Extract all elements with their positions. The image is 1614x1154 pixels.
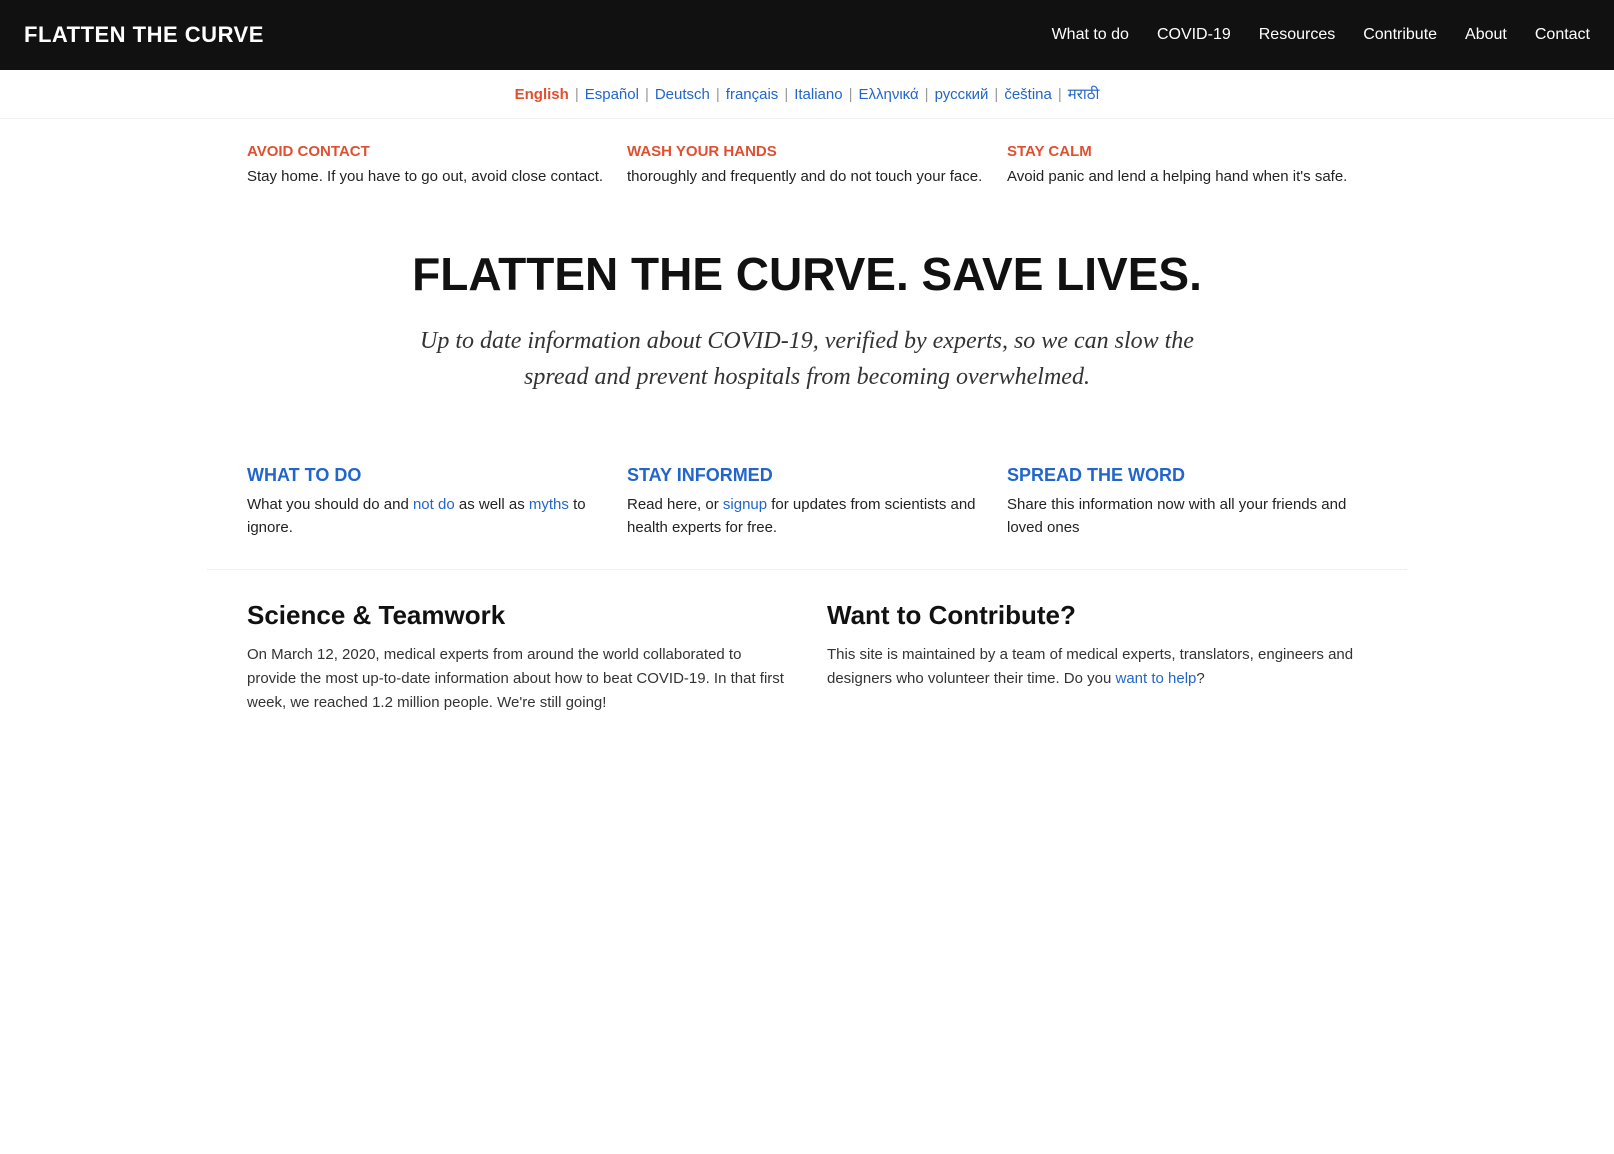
features-section: WHAT TO DO What you should do and not do … <box>207 435 1407 569</box>
main-nav: FLATTEN THE CURVE What to do COVID-19 Reso… <box>0 0 1614 70</box>
feature-text: What you should do <box>247 496 380 513</box>
lang-separator: | <box>575 86 579 103</box>
feature-text: and <box>380 496 413 513</box>
lang-separator: | <box>645 86 649 103</box>
lang-मराठी[interactable]: मराठी <box>1068 86 1100 103</box>
bottom-sections: Science & Teamwork On March 12, 2020, me… <box>207 569 1407 755</box>
lang-español[interactable]: Español <box>585 86 639 103</box>
feature-title-2: SPREAD THE WORD <box>1007 465 1367 486</box>
feature-title-0: WHAT TO DO <box>247 465 607 486</box>
tip-title-1: WASH YOUR HANDS <box>627 143 987 160</box>
feature-body-1: Read here, or signup for updates from sc… <box>627 494 987 539</box>
feature-1: STAY INFORMED Read here, or signup for up… <box>627 465 987 539</box>
feature-2: SPREAD THE WORD Share this information no… <box>1007 465 1367 539</box>
lang-separator: | <box>849 86 853 103</box>
tip-body-2: Avoid panic and lend a helping hand when… <box>1007 166 1367 189</box>
lang-русский[interactable]: русский <box>935 86 989 103</box>
nav-links: What to do COVID-19 Resources Contribute Abo… <box>1052 26 1590 44</box>
nav-link-about[interactable]: About <box>1465 26 1507 43</box>
lang-français[interactable]: français <box>726 86 779 103</box>
tip-title-0: AVOID CONTACT <box>247 143 607 160</box>
contribute-title: Want to Contribute? <box>827 600 1367 631</box>
lang-separator: | <box>784 86 788 103</box>
lang-separator: | <box>1058 86 1062 103</box>
nav-link-contribute[interactable]: Contribute <box>1363 26 1437 43</box>
contribute-link[interactable]: want to help <box>1115 670 1196 687</box>
tip-body-1: thoroughly and frequently and do not tou… <box>627 166 987 189</box>
feature-text: Read here, or <box>627 496 723 513</box>
lang-separator: | <box>994 86 998 103</box>
lang-ελληνικά[interactable]: Ελληνικά <box>859 86 919 103</box>
lang-separator: | <box>925 86 929 103</box>
nav-link-covid-19[interactable]: COVID-19 <box>1157 26 1231 43</box>
lang-italiano[interactable]: Italiano <box>794 86 842 103</box>
nav-link-contact[interactable]: Contact <box>1535 26 1590 43</box>
language-bar: English | Español | Deutsch | français | Italian… <box>0 70 1614 119</box>
contribute-body: This site is maintained by a team of med… <box>827 643 1367 691</box>
feature-title-1: STAY INFORMED <box>627 465 987 486</box>
contribute-section: Want to Contribute? This site is maintai… <box>827 600 1367 715</box>
tip-2: STAY CALM Avoid panic and lend a helping … <box>1007 143 1367 189</box>
lang-deutsch[interactable]: Deutsch <box>655 86 710 103</box>
science-teamwork-section: Science & Teamwork On March 12, 2020, me… <box>247 600 787 715</box>
feature-text: Share this information now with all your… <box>1007 496 1346 536</box>
hero-title: FLATTEN THE CURVE. SAVE LIVES. <box>397 249 1217 300</box>
tip-body-0: Stay home. If you have to go out, avoid … <box>247 166 607 189</box>
feature-text: as well as <box>455 496 529 513</box>
feature-link-not-do[interactable]: not do <box>413 496 455 513</box>
science-title: Science & Teamwork <box>247 600 787 631</box>
lang-čeština[interactable]: čeština <box>1004 86 1052 103</box>
hero-subtitle: Up to date information about COVID-19, v… <box>397 323 1217 395</box>
quick-tips: AVOID CONTACT Stay home. If you have to g… <box>207 119 1407 199</box>
site-logo: FLATTEN THE CURVE <box>24 22 264 48</box>
feature-0: WHAT TO DO What you should do and not do … <box>247 465 607 539</box>
lang-english[interactable]: English <box>515 86 569 103</box>
science-body: On March 12, 2020, medical experts from … <box>247 643 787 715</box>
nav-link-what-to-do[interactable]: What to do <box>1052 26 1129 43</box>
hero-section: FLATTEN THE CURVE. SAVE LIVES. Up to dat… <box>357 199 1257 436</box>
feature-link-myths[interactable]: myths <box>529 496 569 513</box>
tip-1: WASH YOUR HANDS thoroughly and frequently… <box>627 143 987 189</box>
feature-body-0: What you should do and not do as well as… <box>247 494 607 539</box>
tip-0: AVOID CONTACT Stay home. If you have to g… <box>247 143 607 189</box>
nav-link-resources[interactable]: Resources <box>1259 26 1335 43</box>
lang-separator: | <box>716 86 720 103</box>
feature-link-signup[interactable]: signup <box>723 496 767 513</box>
feature-body-2: Share this information now with all your… <box>1007 494 1367 539</box>
tip-title-2: STAY CALM <box>1007 143 1367 160</box>
